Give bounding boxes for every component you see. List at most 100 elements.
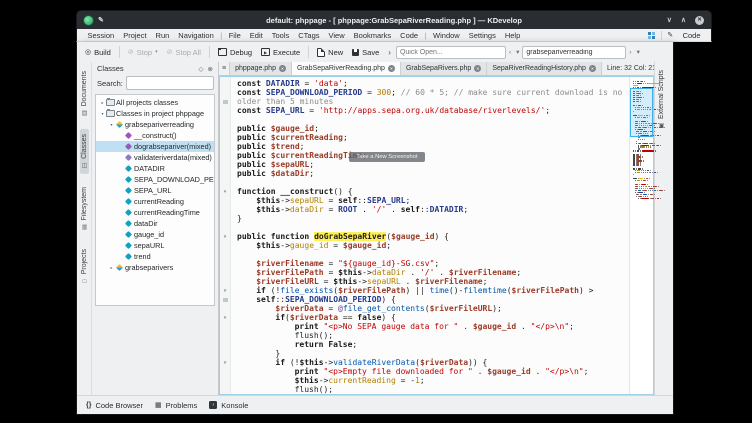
code-line[interactable]: public $currentReading; xyxy=(237,133,629,142)
editor-tab-grabsepariverreading-php[interactable]: GrabSepaRiverReading.php✕ xyxy=(292,62,401,75)
editor-gutter[interactable]: ▾▾▾▾▾ xyxy=(220,77,231,394)
code-editor[interactable]: ▾▾▾▾▾ const DATADIR = 'data';const SEPA_… xyxy=(219,76,654,395)
code-line[interactable]: function __construct() { xyxy=(237,187,629,196)
tree-item-grabsepariverreading[interactable]: ▾grabsepariverreading xyxy=(96,119,214,130)
debug-button[interactable]: Debug xyxy=(214,46,256,59)
menu-item-session[interactable]: Session xyxy=(83,31,119,40)
search-next-icon[interactable]: › xyxy=(627,49,633,56)
fold-marker[interactable]: ▾ xyxy=(220,313,230,322)
dock-tab-classes[interactable]: ◫Classes xyxy=(80,129,89,174)
menu-item-code[interactable]: Code xyxy=(396,31,423,40)
tree-item-datadir[interactable]: DATADIR xyxy=(96,163,214,174)
code-line[interactable]: if (!file_exists($riverFilePath) || time… xyxy=(237,286,629,295)
code-line[interactable]: $this->gauge_id = $gauge_id; xyxy=(237,241,629,250)
search-dropdown-icon[interactable]: ▾ xyxy=(635,48,642,56)
code-line[interactable]: public $gauge_id; xyxy=(237,124,629,133)
maximize-icon[interactable]: ∧ xyxy=(681,16,686,24)
quick-open-prev-icon[interactable]: ‹ xyxy=(507,49,513,56)
code-line[interactable]: $this->sepaURL = self::SEPA_URL; xyxy=(237,196,629,205)
code-line[interactable] xyxy=(237,250,629,259)
minimize-icon[interactable]: ∨ xyxy=(667,16,672,24)
editor-tab-grabseparivers-php[interactable]: GrabSepaRivers.php✕ xyxy=(401,62,487,75)
menu-item-navigation[interactable]: Navigation xyxy=(174,31,218,40)
editor-tab-phppage-php[interactable]: phppage.php✕ xyxy=(230,62,292,75)
tree-item-dograbsepariver-mixed[interactable]: dograbsepariver(mixed) xyxy=(96,141,214,152)
fold-marker[interactable]: ▾ xyxy=(220,187,230,196)
build-button[interactable]: ◎ Build xyxy=(81,46,115,59)
menu-item-window[interactable]: Window xyxy=(429,31,465,40)
menu-item-project[interactable]: Project xyxy=(119,31,151,40)
tab-close-icon[interactable]: ✕ xyxy=(388,65,395,72)
expander-icon[interactable]: ▾ xyxy=(108,122,115,127)
statusbar-tab-konsole[interactable]: ›Konsole xyxy=(209,401,248,410)
code-line[interactable]: } xyxy=(237,349,629,358)
menu-item-run[interactable]: Run xyxy=(151,31,174,40)
code-line[interactable]: $riverFileURL = $this->sepaURL . $riverF… xyxy=(237,277,629,286)
titlebar[interactable]: ✎ default: phppage - [ phppage:GrabSepaR… xyxy=(76,10,712,29)
menu-item-ctags[interactable]: CTags xyxy=(294,31,324,40)
document-list-icon[interactable]: ≡ xyxy=(219,62,230,75)
menu-item-tools[interactable]: Tools xyxy=(267,31,294,40)
editor-tab-separiverreadinghistory-php[interactable]: SepaRiverReadingHistory.php✕ xyxy=(487,62,602,75)
save-button[interactable]: Save xyxy=(348,46,383,59)
code-line[interactable]: self::SEPA_DOWNLOAD_PERIOD) { xyxy=(237,295,629,304)
code-line[interactable]: public $sepaURL; xyxy=(237,160,629,169)
expander-icon[interactable]: ▸ xyxy=(108,265,115,270)
code-line[interactable]: public $dataDir; xyxy=(237,169,629,178)
quick-open-input[interactable] xyxy=(396,46,506,59)
tree-item-sepa-url[interactable]: SEPA_URL xyxy=(96,185,214,196)
tree-item-trend[interactable]: trend xyxy=(96,251,214,262)
dock-tab-filesystem[interactable]: ▥Filesystem xyxy=(80,182,89,235)
float-panel-icon[interactable]: ◇ xyxy=(199,65,204,73)
tab-close-icon[interactable]: ✕ xyxy=(474,65,481,72)
code-line[interactable]: } xyxy=(237,214,629,223)
code-line[interactable]: const SEPA_URL = 'http://apps.sepa.org.u… xyxy=(237,106,629,115)
menu-item-edit[interactable]: Edit xyxy=(245,31,267,40)
tree-item-datadir[interactable]: dataDir xyxy=(96,218,214,229)
tab-close-icon[interactable]: ✕ xyxy=(589,65,596,72)
toolbar-overflow-icon[interactable]: › xyxy=(384,48,395,57)
code-line[interactable] xyxy=(237,178,629,187)
code-line[interactable]: print "<p>Empty file downloaded for " . … xyxy=(237,367,629,376)
tree-item-classes-in-project-phppage[interactable]: ▾Classes in project phppage xyxy=(96,108,214,119)
fold-marker[interactable]: ▾ xyxy=(220,232,230,241)
code-area[interactable]: const DATADIR = 'data';const SEPA_DOWNLO… xyxy=(231,77,629,394)
code-line[interactable]: $this->currentReading = -1; xyxy=(237,376,629,385)
code-line[interactable]: $riverFilename = "${gauge_id}-SG.csv"; xyxy=(237,259,629,268)
code-line[interactable]: print "<p>No SEPA gauge data for " . $ga… xyxy=(237,322,629,331)
statusbar-tab-code-browser[interactable]: {}Code Browser xyxy=(86,401,143,410)
code-line[interactable]: return False; xyxy=(237,340,629,349)
editor-search-input[interactable] xyxy=(522,46,626,59)
code-line[interactable]: public $currentReadingTime; xyxy=(237,151,629,160)
code-line[interactable]: public function doGrabSepaRiver($gauge_i… xyxy=(237,232,629,241)
code-line[interactable]: $riverData = @file_get_contents($riverFi… xyxy=(237,304,629,313)
stop-all-button[interactable]: ⊘ Stop All xyxy=(163,46,205,59)
stop-button[interactable]: ⊘ Stop ▾ xyxy=(124,46,162,59)
minimap-scrollbar[interactable] xyxy=(629,77,653,394)
code-area-button[interactable]: Code xyxy=(678,31,705,40)
code-line[interactable]: const DATADIR = 'data'; xyxy=(237,79,629,88)
execute-button[interactable]: Execute xyxy=(257,46,304,59)
expander-icon[interactable]: ▸ xyxy=(99,100,106,105)
dock-tab-projects[interactable]: □Projects xyxy=(80,244,89,288)
code-line[interactable]: $riverFilePath = $this->dataDir . '/' . … xyxy=(237,268,629,277)
tab-close-icon[interactable]: ✕ xyxy=(279,65,286,72)
tree-item-currentreading[interactable]: currentReading xyxy=(96,196,214,207)
menu-item-file[interactable]: File xyxy=(224,31,245,40)
menu-item-help[interactable]: Help xyxy=(500,31,524,40)
code-line[interactable] xyxy=(237,223,629,232)
tree-item-sepa-download-period[interactable]: SEPA_DOWNLOAD_PERIOD xyxy=(96,174,214,185)
tree-item-gauge-id[interactable]: gauge_id xyxy=(96,229,214,240)
external-scripts-tab[interactable]: ▣ External Scripts xyxy=(657,66,666,133)
code-line[interactable]: flush(); xyxy=(237,385,629,394)
code-line[interactable]: $this->dataDir = ROOT . '/' . self::DATA… xyxy=(237,205,629,214)
code-line[interactable]: if($riverData == false) { xyxy=(237,313,629,322)
new-button[interactable]: New xyxy=(313,46,347,59)
code-line[interactable] xyxy=(237,115,629,124)
dock-tab-documents[interactable]: ▤Documents xyxy=(80,66,89,121)
code-line[interactable]: older than 5 minutes xyxy=(237,97,629,106)
statusbar-tab-problems[interactable]: ▦Problems xyxy=(155,401,197,410)
tree-item-sepaurl[interactable]: sepaURL xyxy=(96,240,214,251)
tree-item-validateriverdata-mixed[interactable]: validateriverdata(mixed) xyxy=(96,152,214,163)
code-line[interactable]: flush(); xyxy=(237,331,629,340)
